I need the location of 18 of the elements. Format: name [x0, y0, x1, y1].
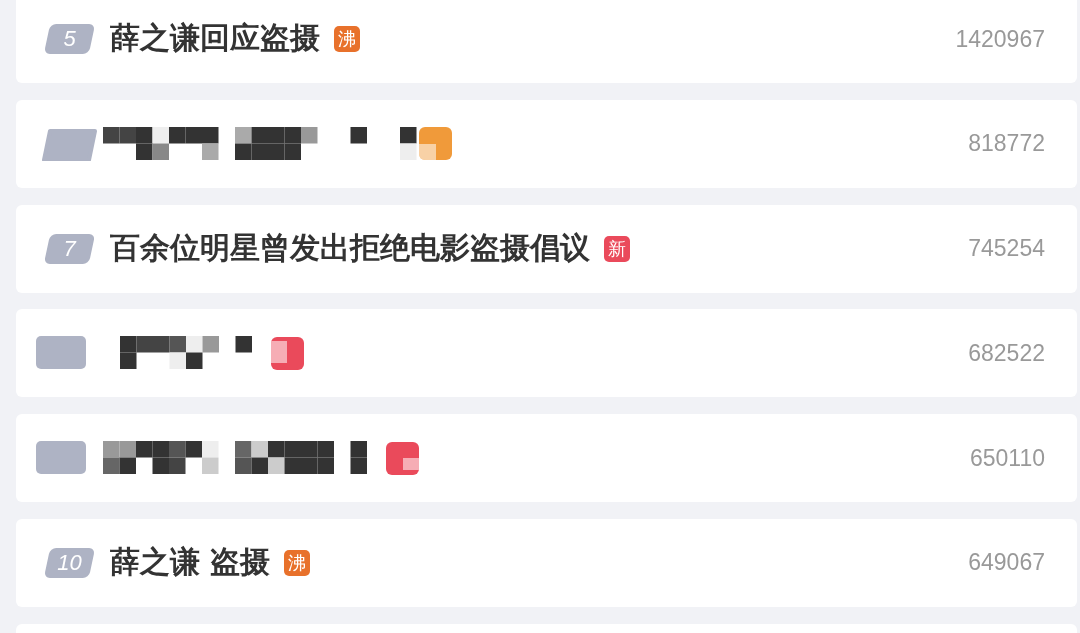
rank-badge: 7 [44, 233, 95, 264]
hot-tag: 沸 [334, 26, 360, 52]
topic-title: 薛之谦回应盗摄 [110, 21, 320, 57]
rank-badge: 5 [44, 24, 95, 54]
hot-search-row[interactable]: 10 薛之谦 盗摄 沸 649067 [16, 519, 1077, 607]
heat-count: 818772 [968, 130, 1045, 158]
heat-count: 650110 [969, 444, 1045, 472]
heat-count: 1420967 [955, 25, 1045, 53]
hot-search-row[interactable]: 5 薛之谦回应盗摄 沸 1420967 [16, 0, 1077, 83]
hot-search-row[interactable]: 7 百余位明星曾发出拒绝电影盗摄倡议 新 745254 [16, 204, 1077, 293]
topic-title: 薛之谦 盗摄 [110, 545, 271, 581]
topic-title: 百余位明星曾发出拒绝电影盗摄倡议 [110, 230, 590, 267]
hot-tag: 新 [604, 235, 630, 262]
hot-tag: 沸 [284, 550, 311, 576]
heat-count: 682522 [968, 339, 1045, 367]
heat-count: 745254 [968, 235, 1045, 263]
rank-badge: 10 [44, 548, 95, 578]
heat-count: 649067 [968, 549, 1045, 577]
